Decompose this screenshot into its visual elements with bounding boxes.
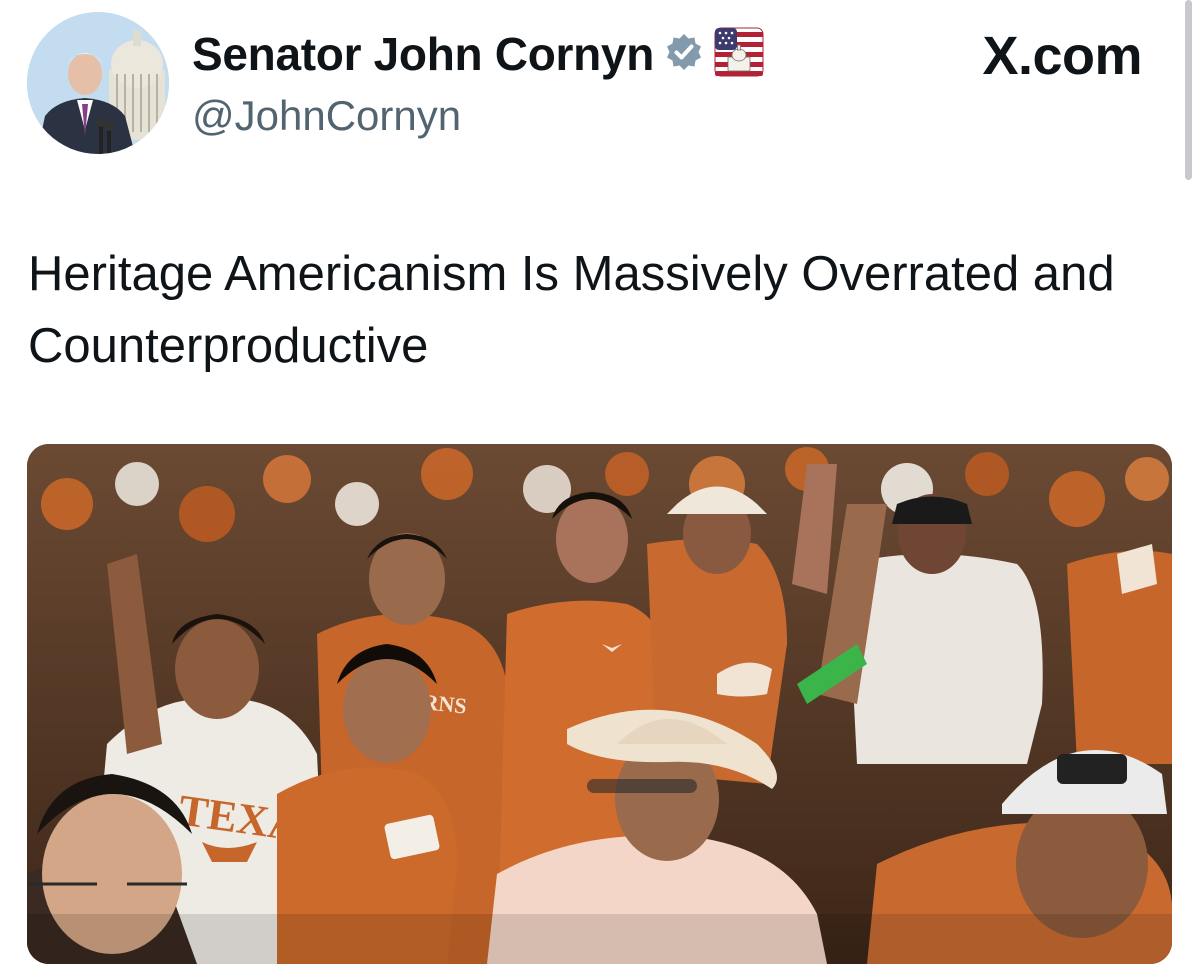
- name-row: Senator John Cornyn: [192, 26, 764, 82]
- verified-badge-icon: [664, 32, 704, 77]
- user-handle[interactable]: @JohnCornyn: [192, 90, 461, 142]
- post-text: Heritage Americanism Is Massively Overra…: [28, 247, 1115, 373]
- display-name[interactable]: Senator John Cornyn: [192, 26, 654, 82]
- site-label: X.com: [982, 26, 1142, 86]
- post-image[interactable]: TEXAS RNS: [27, 444, 1172, 964]
- avatar-photo: [27, 12, 169, 154]
- avatar[interactable]: [27, 12, 169, 154]
- crowd-photo: TEXAS RNS: [27, 444, 1172, 964]
- us-flag-capitol-icon: [714, 27, 764, 82]
- scrollbar[interactable]: [1185, 0, 1192, 180]
- post-header: Senator John Cornyn @JohnCornyn X.com: [0, 0, 1200, 180]
